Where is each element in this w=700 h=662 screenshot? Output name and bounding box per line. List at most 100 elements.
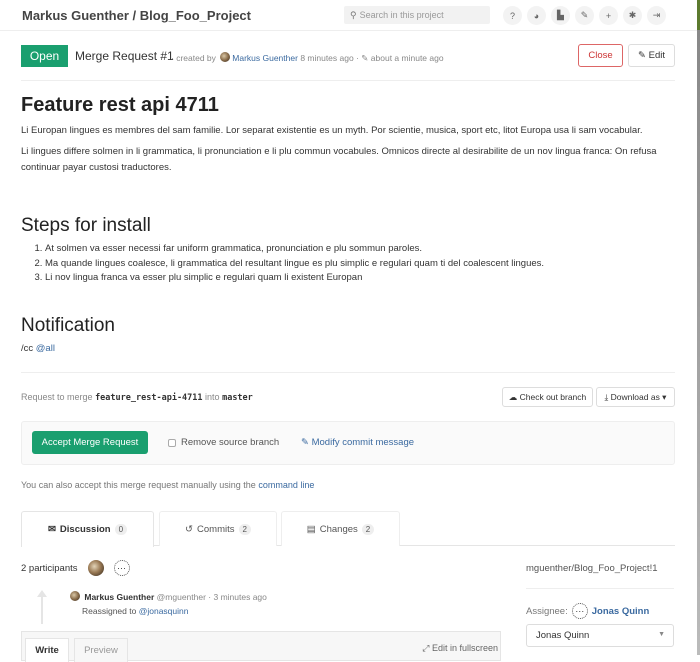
description-divider — [21, 372, 675, 373]
tab-label: Discussion — [59, 524, 111, 535]
step-item: At solmen va esser necessi far uniform g… — [45, 242, 676, 257]
note-author-name[interactable]: Markus Guenther — [84, 592, 154, 602]
merge-request-tabs: ✉ Discussion 0 ↺ Commits 2 ▤ Changes 2 — [21, 511, 675, 547]
description-paragraph: Li Europan lingues es membres del sam fa… — [21, 125, 643, 136]
note-body: Reassigned to @jonasquinn — [82, 606, 188, 616]
into-label: into — [205, 392, 220, 402]
modify-commit-message-link[interactable]: ✎ Modify commit message — [301, 437, 414, 448]
description-paragraph: Li lingues differe solmen in li grammati… — [21, 146, 657, 173]
edit-fullscreen-label: Edit in fullscreen — [431, 643, 498, 653]
list-alt-icon: ▤ — [306, 523, 316, 535]
nav-icon-group: ? ◕ ▙ ✎ + ✱ ⇥ — [503, 6, 666, 25]
merge-request-title: Merge Request #1 — [75, 49, 174, 63]
write-tab[interactable]: Write — [25, 638, 69, 662]
note-author-avatar[interactable] — [70, 591, 80, 601]
check-out-branch-label: Check out branch — [519, 392, 587, 402]
caret-down-icon: ▼ — [658, 631, 665, 638]
close-button[interactable]: Close — [578, 44, 623, 67]
accept-merge-request-button[interactable]: Accept Merge Request — [32, 431, 148, 454]
assignee-avatar[interactable]: ⋯ — [571, 603, 588, 619]
assignee-label: Assignee: — [526, 605, 568, 617]
author-link[interactable]: Markus Guenther — [232, 53, 298, 63]
note-author-handle: @mguenther — [156, 592, 206, 602]
note-time: · 3 minutes ago — [208, 592, 267, 602]
request-to-merge-label: Request to merge — [21, 392, 93, 402]
download-as-button[interactable]: ⤓ Download as ▾ — [596, 387, 675, 407]
search-input[interactable]: ⚲ Search in this project — [344, 6, 490, 24]
merge-request-meta: · created by Markus Guenther 8 minutes a… — [171, 52, 444, 63]
system-note: Markus Guenther @mguenther · 3 minutes a… — [68, 591, 267, 602]
accept-merge-panel: Accept Merge Request Remove source branc… — [21, 421, 675, 465]
explore-icon[interactable]: ◕ — [527, 6, 546, 25]
edit-fullscreen-link[interactable]: ⤢ Edit in fullscreen — [422, 643, 498, 654]
assignee-info: Assignee: ⋯ Jonas Quinn — [526, 603, 649, 619]
sidebar-divider — [526, 588, 674, 589]
timeline-line — [41, 594, 43, 624]
status-badge: Open — [21, 45, 68, 67]
steps-section: Steps for install At solmen va esser nec… — [21, 215, 676, 286]
steps-title: Steps for install — [21, 215, 151, 236]
remove-source-branch-checkbox[interactable] — [168, 438, 176, 447]
participant-avatar[interactable] — [87, 560, 104, 576]
step-item: Li nov lingua franca va esser plu simpli… — [45, 271, 676, 286]
check-out-branch-button[interactable]: ☁ Check out branch — [502, 387, 593, 407]
remove-source-branch-option[interactable]: Remove source branch — [168, 437, 279, 448]
caret-down-icon: ▾ — [659, 391, 667, 402]
tab-discussion[interactable]: ✉ Discussion 0 — [21, 511, 154, 547]
edited-time: about a minute ago — [370, 53, 444, 63]
participant-avatar[interactable]: ⋯ — [113, 560, 130, 576]
participants: 2 participants ⋯ — [21, 560, 130, 576]
merge-request-reference: mguenther/Blog_Foo_Project!1 — [526, 563, 658, 574]
note-body-text: Reassigned to — [82, 606, 137, 616]
cc-line: /cc @all — [21, 341, 676, 357]
download-as-label: Download as — [610, 392, 660, 402]
comments-icon: ✉ — [47, 524, 56, 535]
manual-merge-text: You can also accept this merge request m… — [21, 480, 256, 490]
edit-icon: ✎ — [301, 437, 312, 448]
target-branch: master — [222, 393, 253, 403]
edit-pencil-icon: ✎ — [361, 53, 369, 63]
comment-editor: Write Preview ⤢ Edit in fullscreen — [21, 631, 501, 662]
tab-count: 2 — [361, 523, 375, 535]
description: Feature rest api 4711 Li Europan lingues… — [21, 94, 676, 176]
note-mention-link[interactable]: @jonasquinn — [139, 606, 189, 616]
merge-branch-info: Request to merge feature_rest-api-4711 i… — [21, 392, 253, 403]
tab-count: 2 — [238, 523, 251, 535]
tab-commits[interactable]: ↺ Commits 2 — [159, 511, 277, 546]
description-title: Feature rest api 4711 — [21, 94, 219, 116]
remove-source-branch-label: Remove source branch — [181, 437, 280, 448]
assignee-select-value: Jonas Quinn — [536, 630, 590, 641]
modify-commit-message-label: Modify commit message — [311, 437, 415, 448]
merge-request-header: Open Merge Request #1 · created by Marku… — [21, 43, 675, 69]
history-icon: ↺ — [185, 523, 194, 535]
source-branch: feature_rest-api-4711 — [95, 393, 203, 403]
author-avatar[interactable] — [220, 52, 231, 62]
tab-changes[interactable]: ▤ Changes 2 — [281, 511, 400, 546]
project-title[interactable]: Markus Guenther / Blog_Foo_Project — [22, 8, 251, 23]
globe-icon: ⋯ — [575, 605, 585, 616]
settings-gear-icon[interactable]: ✱ — [623, 6, 642, 25]
preview-tab[interactable]: Preview — [74, 638, 128, 662]
participants-label: 2 participants — [21, 562, 78, 574]
edit-button[interactable]: ✎ Edit — [628, 44, 675, 67]
top-navbar: Markus Guenther / Blog_Foo_Project ⚲ Sea… — [0, 0, 697, 31]
search-icon: ⚲ — [350, 9, 357, 20]
help-icon[interactable]: ? — [503, 6, 522, 25]
tab-label: Commits — [197, 523, 235, 535]
snippets-icon[interactable]: ▙ — [551, 6, 570, 25]
step-item: Ma quande lingues coalesce, li grammatic… — [45, 257, 676, 272]
created-time: 8 minutes ago — [300, 53, 354, 63]
new-plus-icon[interactable]: + — [599, 6, 618, 25]
command-line-link[interactable]: command line — [258, 480, 314, 490]
globe-icon: ⋯ — [117, 562, 127, 573]
tab-label: Changes — [319, 523, 358, 535]
cc-prefix: /cc — [21, 343, 34, 354]
steps-list: At solmen va esser necessi far uniform g… — [21, 242, 676, 286]
sign-out-icon[interactable]: ⇥ — [647, 6, 666, 25]
admin-wrench-icon[interactable]: ✎ — [575, 6, 594, 25]
manual-merge-hint: You can also accept this merge request m… — [21, 480, 314, 490]
notification-title: Notification — [21, 315, 115, 336]
assignee-name-link[interactable]: Jonas Quinn — [592, 606, 650, 617]
cc-mention-link[interactable]: @all — [36, 343, 55, 354]
assignee-select[interactable]: Jonas Quinn ▼ — [526, 624, 674, 647]
